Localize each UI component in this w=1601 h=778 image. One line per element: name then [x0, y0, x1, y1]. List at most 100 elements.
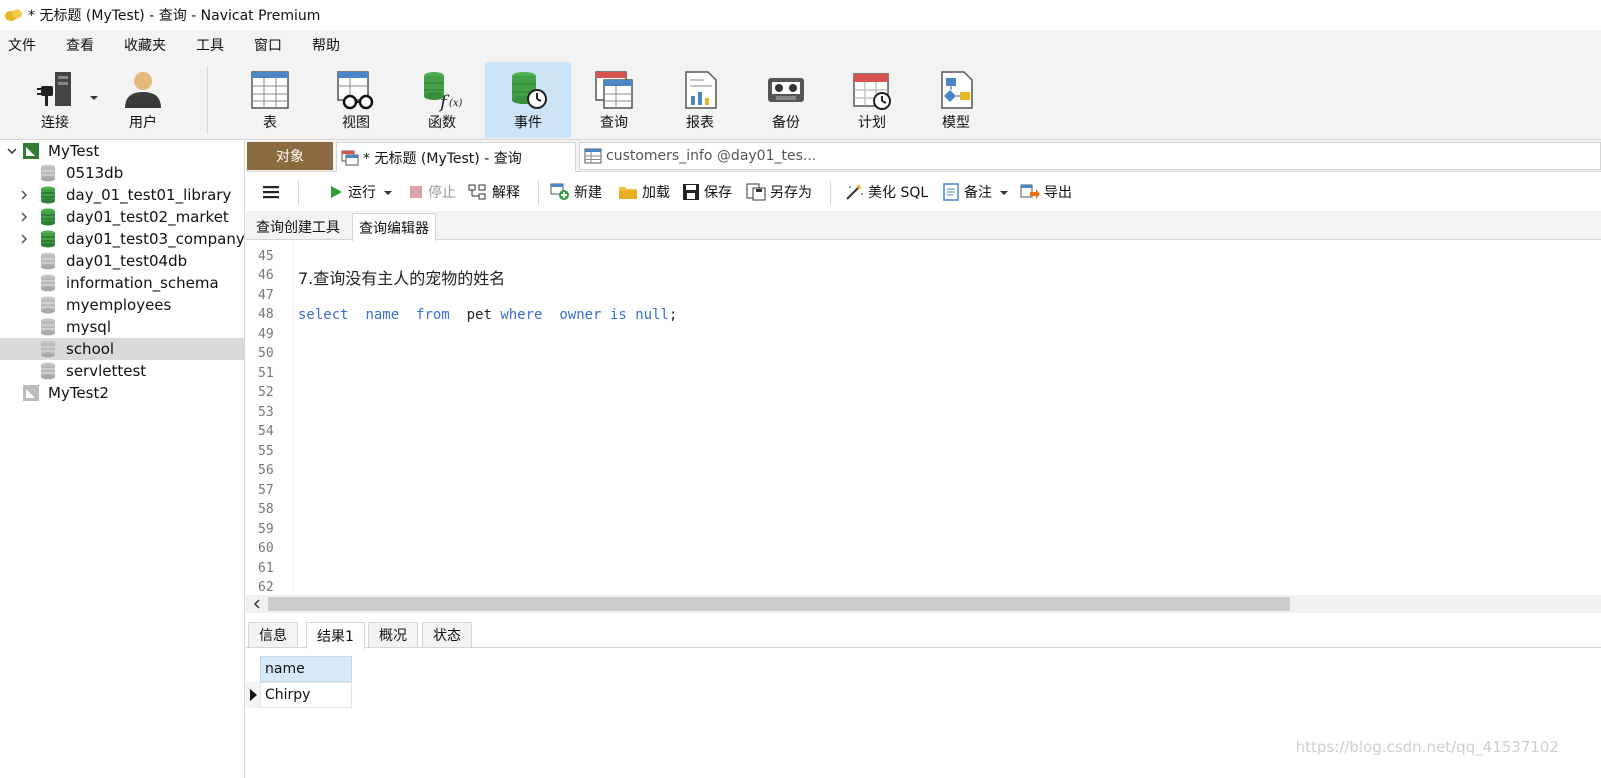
- tree-connection-mytest2[interactable]: MyTest2: [0, 382, 244, 404]
- explain-button[interactable]: 解释: [468, 181, 520, 203]
- scroll-left-icon[interactable]: [252, 599, 262, 609]
- tab-objects[interactable]: 对象: [247, 142, 333, 170]
- menu-view[interactable]: 查看: [58, 35, 102, 55]
- tree-db-school[interactable]: school: [0, 338, 244, 360]
- menu-window[interactable]: 窗口: [246, 35, 290, 55]
- column-header-name[interactable]: name: [260, 656, 352, 682]
- backup-button[interactable]: 备份: [752, 62, 820, 138]
- folder-icon: [619, 187, 637, 199]
- database-open-icon: [41, 208, 55, 226]
- editor-horizontal-scrollbar[interactable]: [246, 595, 1601, 613]
- line-number: 60: [258, 541, 274, 556]
- magic-wand-icon: [846, 184, 863, 200]
- chevron-down-icon[interactable]: [998, 186, 1010, 198]
- tree-db-information-schema[interactable]: information_schema: [0, 272, 244, 294]
- chevron-right-icon[interactable]: [18, 211, 30, 223]
- connect-dropdown-icon[interactable]: [90, 96, 98, 100]
- load-label: 加载: [642, 185, 670, 201]
- sql-keyword: select: [298, 307, 349, 323]
- tab-status[interactable]: 状态: [422, 622, 472, 648]
- tab-table-label: customers_info @day01_tes...: [606, 148, 817, 164]
- line-number: 55: [258, 444, 274, 459]
- tree-db-0513db[interactable]: 0513db: [0, 162, 244, 184]
- save-as-label: 另存为: [770, 185, 812, 201]
- save-as-icon: [746, 183, 766, 201]
- new-query-icon: [550, 183, 569, 200]
- save-as-button[interactable]: 另存为: [746, 181, 812, 203]
- line-number: 54: [258, 424, 274, 439]
- tab-query-label: * 无标题 (MyTest) - 查询: [363, 150, 522, 167]
- toolbar-separator: [830, 181, 831, 205]
- sql-table: pet: [466, 307, 492, 323]
- database-icon: [41, 318, 55, 336]
- table-icon: [251, 71, 289, 109]
- schedule-button[interactable]: 计划: [838, 62, 906, 138]
- chevron-right-icon[interactable]: [18, 233, 30, 245]
- export-button[interactable]: 导出: [1020, 181, 1072, 203]
- new-button[interactable]: 新建: [550, 181, 602, 203]
- event-button[interactable]: 事件: [485, 62, 571, 138]
- tab-query-editor[interactable]: 查询编辑器: [352, 213, 436, 241]
- save-button[interactable]: 保存: [682, 181, 732, 203]
- window-title: * 无标题 (MyTest) - 查询 - Navicat Premium: [28, 8, 321, 24]
- menu-favorites[interactable]: 收藏夹: [116, 35, 174, 55]
- database-icon: [41, 340, 55, 358]
- menu-button[interactable]: [262, 181, 284, 203]
- function-button[interactable]: f (x) 函数: [408, 62, 476, 138]
- user-button[interactable]: 用户: [110, 62, 176, 138]
- row-marker-icon: [246, 682, 260, 708]
- menu-help[interactable]: 帮助: [304, 35, 348, 55]
- database-label: mysql: [66, 318, 111, 336]
- save-label: 保存: [704, 185, 732, 201]
- query-button[interactable]: 查询: [580, 62, 648, 138]
- comment-button[interactable]: 备注: [942, 181, 1014, 203]
- tree-db-servlettest[interactable]: servlettest: [0, 360, 244, 382]
- line-number: 50: [258, 346, 274, 361]
- tab-query-builder[interactable]: 查询创建工具: [250, 213, 346, 240]
- sql-keyword: where: [500, 307, 543, 323]
- chevron-down-icon[interactable]: [382, 186, 394, 198]
- tab-profile[interactable]: 概况: [368, 622, 418, 648]
- line-number: 62: [258, 580, 274, 595]
- table-row[interactable]: Chirpy: [246, 682, 352, 708]
- tree-db-day01-company[interactable]: day01_test03_company: [0, 228, 245, 250]
- tab-table[interactable]: customers_info @day01_tes...: [579, 142, 1601, 170]
- model-button[interactable]: 模型: [922, 62, 990, 138]
- tab-query[interactable]: * 无标题 (MyTest) - 查询: [336, 142, 576, 172]
- database-label: day01_test04db: [66, 252, 188, 270]
- tree-db-myemployees[interactable]: myemployees: [0, 294, 244, 316]
- view-button[interactable]: 视图: [322, 62, 390, 138]
- menu-tools[interactable]: 工具: [188, 35, 232, 55]
- table-button[interactable]: 表: [236, 62, 304, 138]
- menu-file[interactable]: 文件: [0, 35, 44, 55]
- line-number: 58: [258, 502, 274, 517]
- result-tabs: 信息 结果1 概况 状态: [246, 620, 1601, 649]
- run-button[interactable]: 运行: [328, 181, 398, 203]
- tree-db-day01-library[interactable]: day_01_test01_library: [0, 184, 244, 206]
- chevron-right-icon[interactable]: [18, 189, 30, 201]
- sql-editor[interactable]: 45 46 47 48 49 50 51 52 53 54 55 56 57 5…: [246, 241, 1601, 595]
- connect-button[interactable]: 连接: [22, 62, 88, 138]
- report-button[interactable]: 报表: [666, 62, 734, 138]
- tree-db-mysql[interactable]: mysql: [0, 316, 244, 338]
- sql-column: name: [365, 307, 400, 323]
- table-cell[interactable]: Chirpy: [260, 682, 352, 708]
- line-number: 56: [258, 463, 274, 478]
- explain-icon: [468, 184, 486, 200]
- beautify-sql-button[interactable]: 美化 SQL: [844, 181, 928, 203]
- svg-text:(x): (x): [449, 98, 463, 109]
- stop-button[interactable]: 停止: [408, 181, 456, 203]
- chevron-down-icon[interactable]: [6, 145, 18, 157]
- tree-db-day01-market[interactable]: day01_test02_market: [0, 206, 244, 228]
- line-number: 47: [258, 288, 274, 303]
- scrollbar-thumb[interactable]: [268, 597, 1290, 611]
- sql-terminator: ;: [668, 307, 678, 323]
- tab-result-1[interactable]: 结果1: [306, 622, 365, 649]
- event-clock-icon: [512, 72, 547, 109]
- tree-connection-mytest[interactable]: MyTest: [0, 140, 244, 162]
- tree-db-day01-test04db[interactable]: day01_test04db: [0, 250, 244, 272]
- comment-doc-icon: [943, 183, 959, 201]
- ribbon-toolbar: 连接 用户 表 视图 f (x) 函数 事件 查询 报表 备份 计划 模型: [0, 60, 1601, 140]
- load-button[interactable]: 加载: [618, 181, 670, 203]
- tab-info[interactable]: 信息: [248, 622, 298, 648]
